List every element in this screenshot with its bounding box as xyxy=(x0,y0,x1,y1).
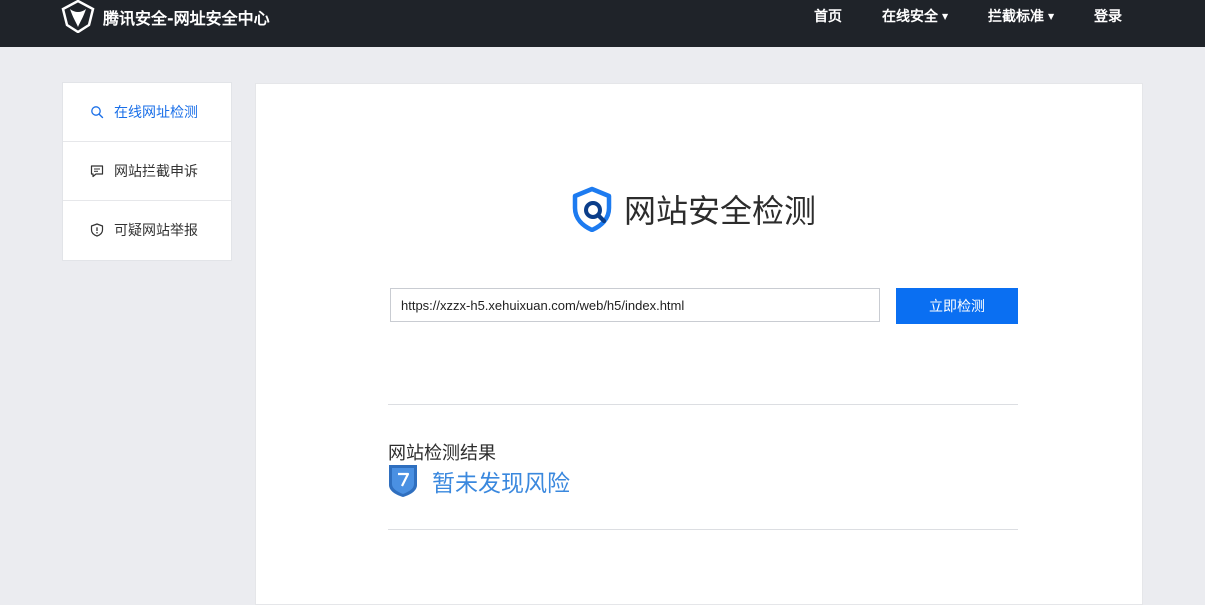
sidebar: 在线网址检测 网站拦截申诉 可疑网站举报 xyxy=(62,82,232,261)
brand[interactable]: 腾讯安全-网址安全中心 xyxy=(61,0,270,33)
nav-online-security[interactable]: 在线安全 ▼ xyxy=(882,6,948,26)
nav-home-label: 首页 xyxy=(814,9,842,25)
url-input[interactable] xyxy=(390,288,880,322)
brand-title: 腾讯安全-网址安全中心 xyxy=(103,8,270,28)
sidebar-item-label: 可疑网站举报 xyxy=(114,223,198,239)
sidebar-item-report-site[interactable]: 可疑网站举报 xyxy=(63,201,231,259)
main-panel: 网站安全检测 立即检测 网站检测结果 暂未发现风险 xyxy=(255,83,1143,605)
sidebar-item-url-check[interactable]: 在线网址检测 xyxy=(63,83,231,142)
shield-icon xyxy=(90,223,104,237)
divider xyxy=(388,404,1018,405)
page-title: 网站安全检测 xyxy=(624,192,817,230)
divider xyxy=(388,529,1018,530)
security-check-logo-icon xyxy=(572,186,612,232)
nav-block-standard-label: 拦截标准 xyxy=(988,9,1044,25)
page-header: 网站安全检测 xyxy=(570,186,816,232)
sidebar-item-block-appeal[interactable]: 网站拦截申诉 xyxy=(63,142,231,201)
search-icon xyxy=(91,106,104,119)
result-label: 网站检测结果 xyxy=(388,443,496,464)
nav-login[interactable]: 登录 xyxy=(1094,6,1122,26)
result-status: 暂未发现风险 xyxy=(432,471,570,497)
sidebar-item-label: 网站拦截申诉 xyxy=(114,164,198,180)
nav-block-standard[interactable]: 拦截标准 ▼ xyxy=(988,6,1054,26)
caret-down-icon: ▼ xyxy=(942,11,949,21)
safe-shield-icon xyxy=(389,465,417,497)
nav-home[interactable]: 首页 xyxy=(814,6,842,26)
result-row: 暂未发现风险 xyxy=(388,464,570,498)
check-now-button[interactable]: 立即检测 xyxy=(896,288,1018,324)
nav-online-security-label: 在线安全 xyxy=(882,9,938,25)
nav-login-label: 登录 xyxy=(1094,9,1122,25)
comment-icon xyxy=(90,165,104,178)
top-navigation-bar: 腾讯安全-网址安全中心 首页 在线安全 ▼ 拦截标准 ▼ 登录 xyxy=(0,0,1205,47)
sidebar-item-label: 在线网址检测 xyxy=(114,105,198,121)
tencent-security-logo-icon xyxy=(61,0,95,33)
caret-down-icon: ▼ xyxy=(1048,11,1055,21)
